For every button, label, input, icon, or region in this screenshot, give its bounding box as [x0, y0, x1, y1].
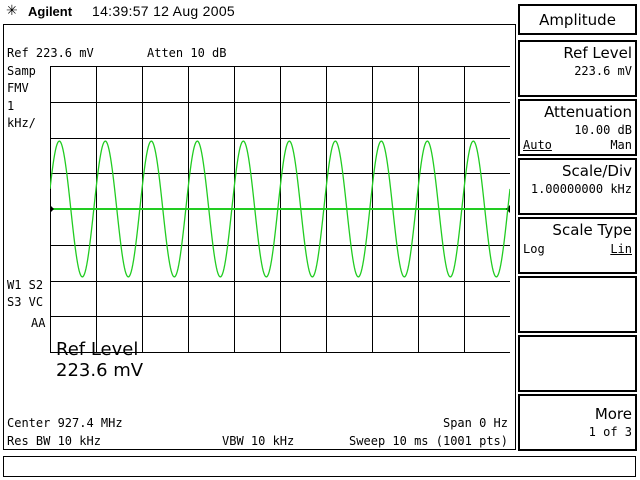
active-function-label: Ref Level — [56, 339, 139, 360]
softkey-scale-type[interactable]: Scale Type Log Lin — [518, 217, 637, 274]
center-frequency: Center 927.4 MHz — [7, 416, 123, 430]
softkey-label: Scale/Div — [561, 162, 632, 180]
softkey-value: 1 of 3 — [588, 425, 632, 439]
brand-name: Agilent — [28, 4, 73, 19]
softkey-value: 1.00000000 kHz — [530, 182, 632, 196]
scale-unit-annotation: kHz/ — [7, 116, 36, 130]
softkey-option-man: Man — [610, 138, 632, 152]
softkey-more[interactable]: More 1 of 3 — [518, 394, 637, 451]
softkey-option-log: Log — [523, 242, 545, 256]
analyzer-display: Ref 223.6 mV Atten 10 dB Samp FMV 1 kHz/… — [3, 24, 516, 450]
title-bar: ✳ Agilent 14:39:57 12 Aug 2005 — [0, 0, 516, 24]
softkey-label: Ref Level — [563, 44, 632, 62]
status-bar — [3, 456, 636, 477]
left-ref-marker-icon — [50, 205, 54, 213]
menu-title: Amplitude — [518, 4, 637, 35]
softkey-blank-5[interactable] — [518, 276, 637, 333]
softkey-blank-6[interactable] — [518, 335, 637, 392]
softkey-label: More — [594, 405, 632, 423]
softkey-label: Scale Type — [552, 221, 632, 239]
res-bw-readout: Res BW 10 kHz — [7, 434, 101, 448]
span-readout: Span 0 Hz — [442, 416, 508, 430]
softkey-value: 223.6 mV — [574, 64, 632, 78]
trace-annotation-3: AA — [31, 316, 46, 330]
trace-annotation-2: S3 VC — [7, 295, 44, 309]
active-function-value: 223.6 mV — [56, 360, 144, 381]
agilent-logo-icon: ✳ — [6, 3, 18, 19]
softkey-option-auto: Auto — [523, 138, 552, 152]
sweep-readout: Sweep 10 ms (1001 pts) — [349, 434, 508, 448]
softkey-label: Attenuation — [544, 103, 632, 121]
trace-annotation-1: W1 S2 — [7, 278, 44, 292]
trace-graticule — [50, 66, 510, 353]
softkey-value: 10.00 dB — [574, 123, 632, 137]
detector-annotation: Samp — [7, 64, 36, 78]
vbw-readout: VBW 10 kHz — [222, 434, 295, 448]
softkey-option-lin: Lin — [610, 242, 632, 256]
softkey-ref-level[interactable]: Ref Level 223.6 mV — [518, 40, 637, 97]
timestamp: 14:39:57 12 Aug 2005 — [92, 3, 236, 19]
scale-value-annotation: 1 — [7, 99, 15, 113]
ref-level-readout: Ref 223.6 mV — [7, 46, 94, 60]
menu-title-label: Amplitude — [539, 10, 616, 29]
softkey-attenuation[interactable]: Attenuation 10.00 dB Auto Man — [518, 99, 637, 156]
atten-readout: Atten 10 dB — [147, 46, 227, 60]
scale-mode-annotation: FMV — [7, 81, 29, 95]
softkey-scale-div[interactable]: Scale/Div 1.00000000 kHz — [518, 158, 637, 215]
